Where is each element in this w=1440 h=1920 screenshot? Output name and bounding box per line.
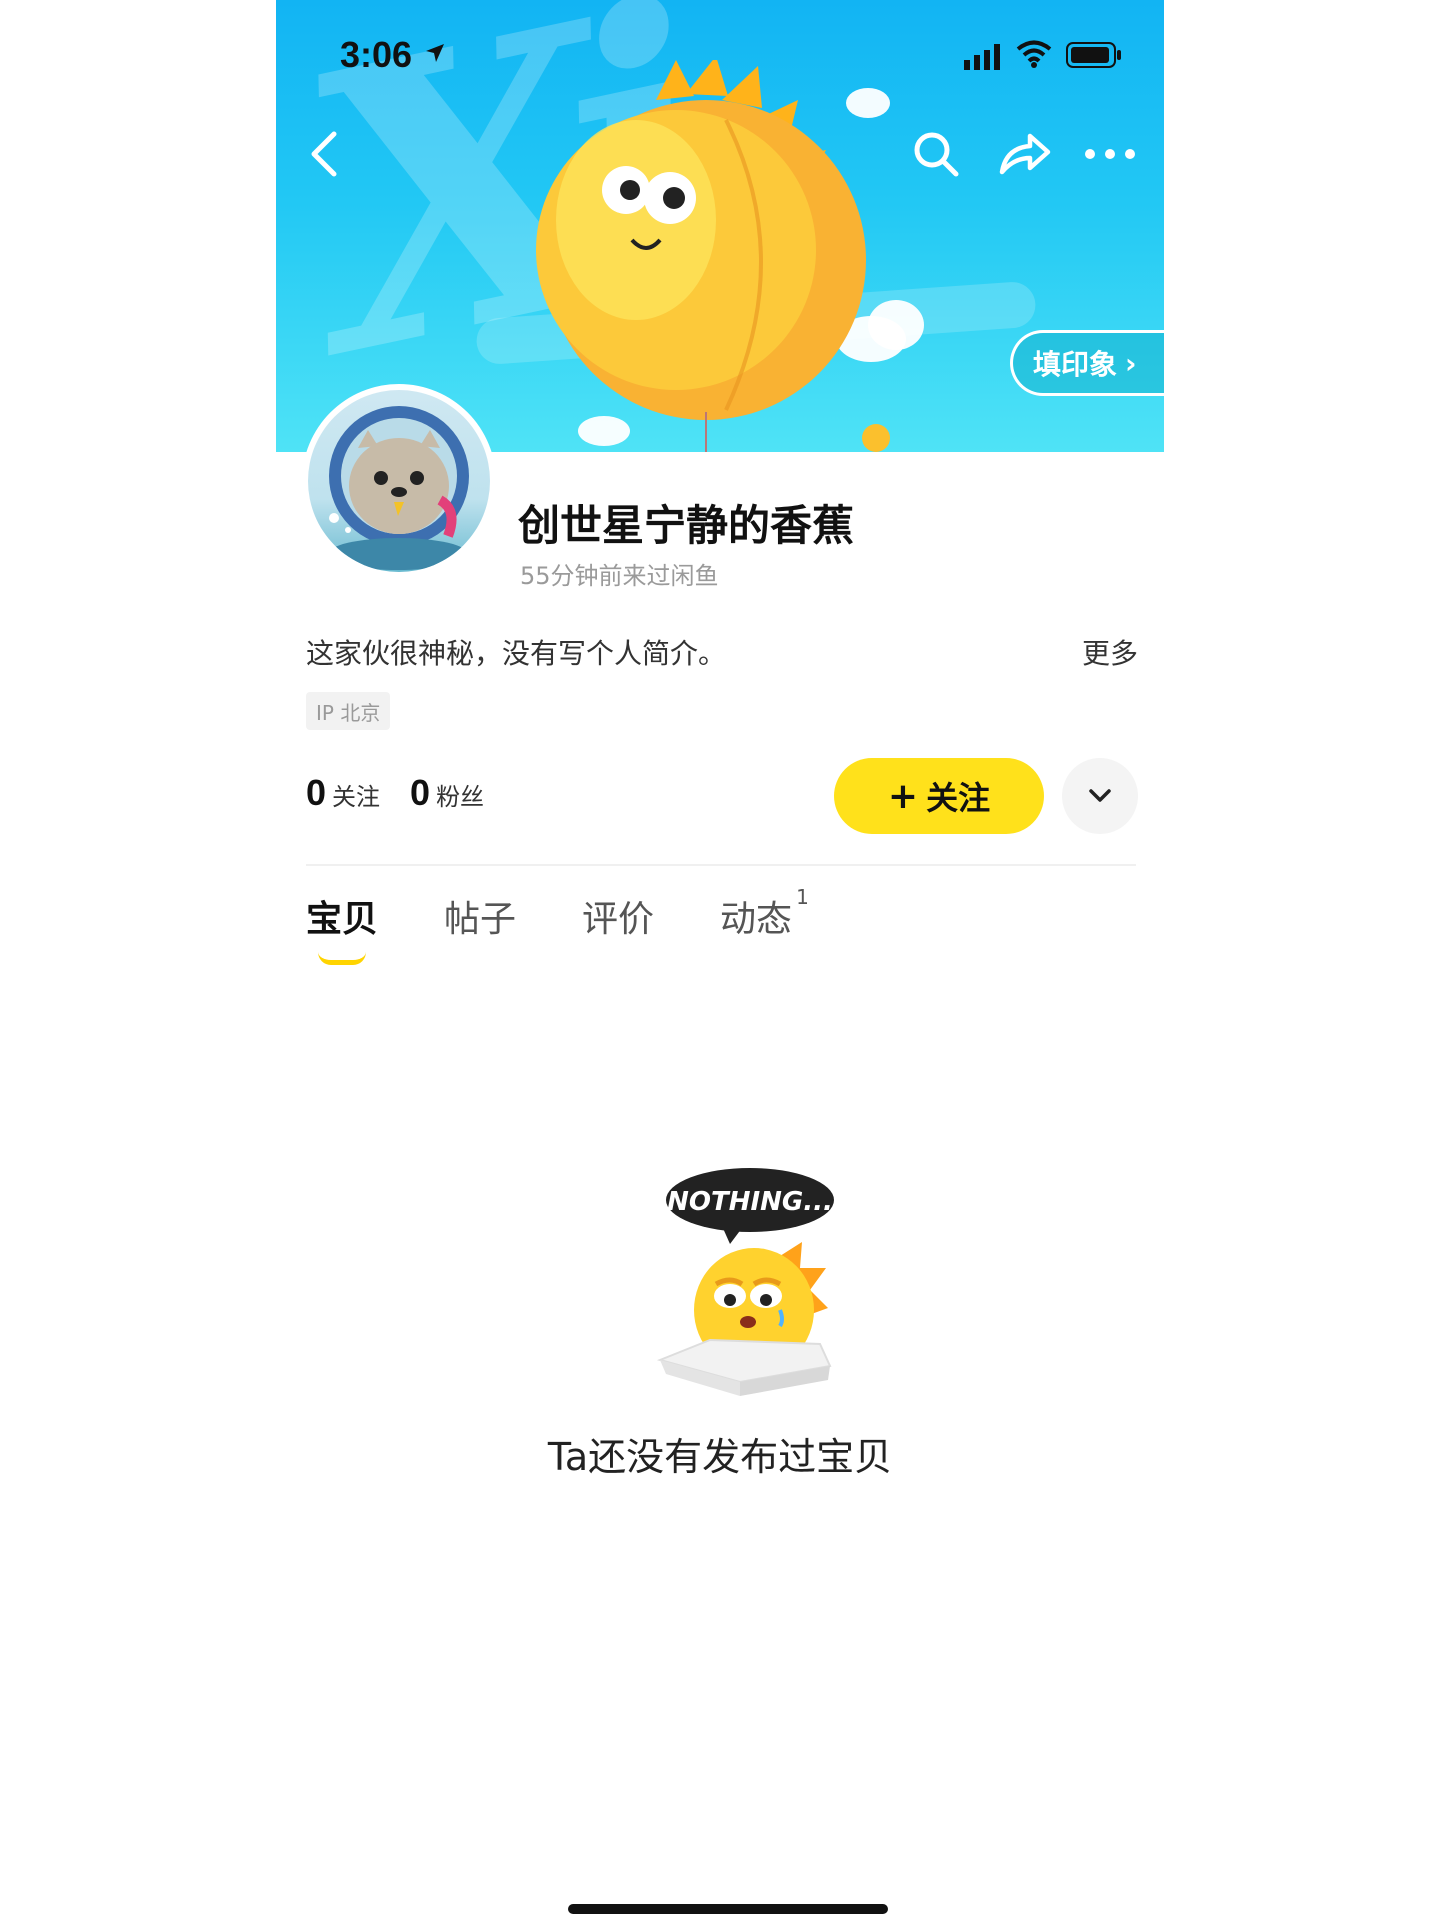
tab-activity-badge: 1 <box>796 885 809 909</box>
following-label: 关注 <box>332 783 381 811</box>
cellular-signal-icon <box>964 44 1000 70</box>
follow-button[interactable]: + 关注 <box>834 758 1044 834</box>
follow-button-label: 关注 <box>926 779 991 817</box>
followers-number: 0 <box>410 772 431 813</box>
pufferfish-balloon-illustration <box>536 60 890 452</box>
tab-reviews-label: 评价 <box>582 899 655 940</box>
back-arrow-icon[interactable] <box>306 130 346 178</box>
location-arrow-icon <box>426 44 444 62</box>
fill-impression-button[interactable]: 填印象 › <box>1010 330 1164 396</box>
status-time: 3:06 <box>340 34 413 75</box>
followers-count[interactable]: 0 粉丝 <box>410 772 484 814</box>
chevron-right-icon: › <box>1125 346 1137 380</box>
avatar[interactable] <box>302 384 496 578</box>
nothing-bubble-text: NOTHING... <box>667 1187 833 1217</box>
username: 创世星宁静的香蕉 <box>518 501 855 550</box>
following-number: 0 <box>306 772 327 813</box>
active-tab-indicator <box>318 952 366 965</box>
wifi-icon <box>1016 40 1052 68</box>
tab-posts[interactable]: 帖子 <box>444 890 516 942</box>
bio-more-link[interactable]: 更多 <box>1082 632 1138 672</box>
home-indicator <box>568 1904 888 1914</box>
more-options-icon[interactable] <box>1082 130 1138 178</box>
share-icon[interactable] <box>996 130 1052 178</box>
chevron-down-icon <box>1089 789 1111 802</box>
bio-text: 这家伙很神秘，没有写个人简介。 <box>306 637 727 670</box>
tab-activity-label: 动态 <box>720 899 793 940</box>
section-divider <box>306 864 1136 866</box>
follow-stats: 0 关注 0 粉丝 <box>306 772 514 814</box>
tab-posts-label: 帖子 <box>444 899 517 940</box>
seal-astronaut-avatar-icon <box>328 406 469 570</box>
battery-icon <box>1066 42 1121 68</box>
following-count[interactable]: 0 关注 <box>306 772 380 814</box>
tab-reviews[interactable]: 评价 <box>582 890 654 942</box>
profile-screen: Xi 3:06 填印象 › 创世星宁静的香蕉 55分钟前来过闲鱼 这家伙很神秘，… <box>276 0 1164 1920</box>
tab-items[interactable]: 宝贝 <box>306 890 379 965</box>
empty-state-message: Ta还没有发布过宝贝 <box>547 1435 893 1479</box>
empty-state-illustration: NOTHING... <box>656 1168 834 1396</box>
more-actions-dropdown[interactable] <box>1062 758 1138 834</box>
profile-tabs: 宝贝 帖子 评价 动态1 <box>306 885 875 965</box>
last-seen-text: 55分钟前来过闲鱼 <box>520 562 719 590</box>
avatar-image <box>308 390 490 572</box>
fill-impression-label: 填印象 <box>1033 348 1118 381</box>
tab-items-label: 宝贝 <box>306 899 379 940</box>
plus-icon: + <box>887 775 919 817</box>
followers-label: 粉丝 <box>436 783 485 811</box>
tab-activity[interactable]: 动态1 <box>720 885 809 942</box>
ip-location-badge: IP 北京 <box>306 692 391 730</box>
search-icon[interactable] <box>912 130 960 178</box>
status-bar: 3:06 <box>276 0 1164 100</box>
